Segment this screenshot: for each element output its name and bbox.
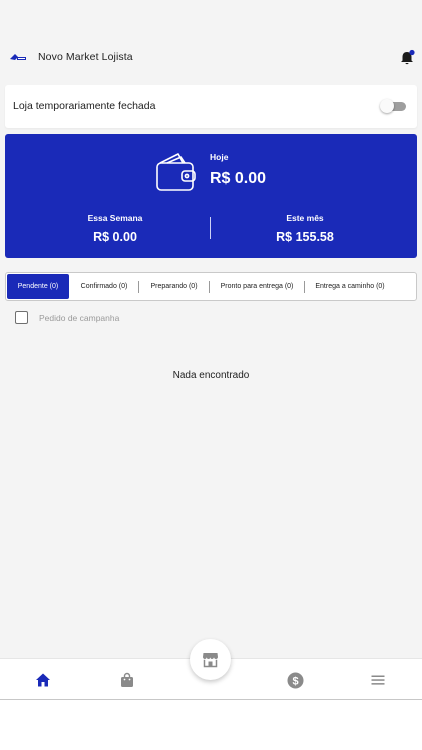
today-value: R$ 0.00: [210, 170, 267, 187]
tab-pendente[interactable]: Pendente (0): [7, 274, 69, 299]
nav-home[interactable]: [34, 671, 52, 689]
balance-divider: [210, 217, 211, 239]
home-icon: [36, 673, 50, 687]
shopping-bag-icon: [121, 672, 133, 687]
app-title: Novo Market Lojista: [38, 51, 133, 63]
bell-icon[interactable]: [398, 49, 416, 67]
tab-pronto-para-entrega[interactable]: Pronto para entrega (0): [210, 273, 304, 300]
nav-finance[interactable]: $: [286, 671, 304, 689]
store-status-label: Loja temporariamente fechada: [13, 100, 156, 112]
week-label: Essa Semana: [87, 213, 143, 223]
menu-icon: [371, 675, 385, 685]
nav-orders[interactable]: [118, 671, 136, 689]
campaign-checkbox[interactable]: [15, 311, 28, 324]
tab-entrega-a-caminho[interactable]: Entrega a caminho (0): [305, 273, 395, 300]
app-header: Novo Market Lojista: [0, 38, 422, 78]
tab-confirmado[interactable]: Confirmado (0): [70, 273, 138, 300]
campaign-label: Pedido de campanha: [39, 313, 120, 323]
store-icon: [203, 653, 218, 668]
wallet-icon: [156, 153, 196, 191]
today-label: Hoje: [210, 152, 229, 162]
store-open-toggle[interactable]: [380, 99, 406, 113]
order-status-tabs: Pendente (0) Confirmado (0) Preparando (…: [5, 272, 417, 301]
month-label: Este mês: [286, 213, 324, 223]
store-status-card: Loja temporariamente fechada: [5, 85, 417, 128]
toggle-knob: [380, 99, 394, 113]
week-value: R$ 0.00: [93, 230, 137, 244]
nav-menu[interactable]: [369, 671, 387, 689]
svg-text:$: $: [292, 675, 298, 687]
month-value: R$ 155.58: [276, 230, 334, 244]
empty-state-message: Nada encontrado: [172, 370, 250, 381]
balance-card: Hoje R$ 0.00 Essa Semana R$ 0.00 Este mê…: [5, 134, 417, 258]
store-fab-button[interactable]: [190, 639, 231, 680]
dollar-icon: $: [287, 672, 303, 688]
novo-market-logo-icon: [10, 54, 26, 60]
tab-preparando[interactable]: Preparando (0): [139, 273, 209, 300]
